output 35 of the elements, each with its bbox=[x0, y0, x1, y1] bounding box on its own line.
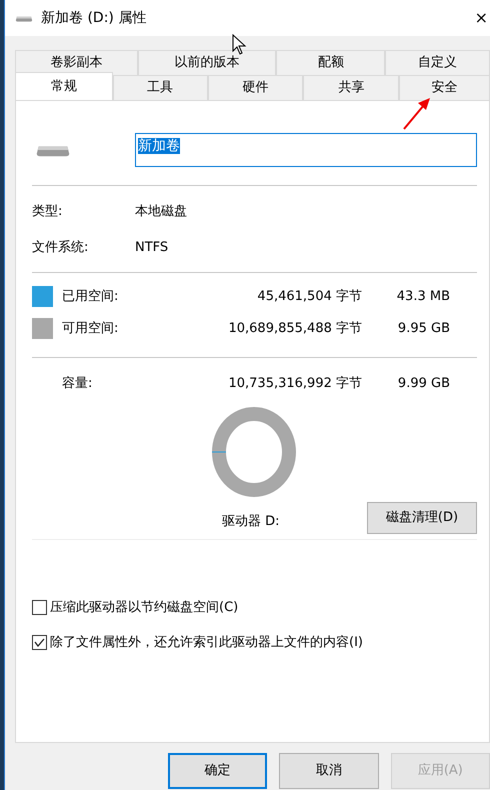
checkbox[interactable] bbox=[32, 635, 47, 650]
size-value: 9.99 GB bbox=[396, 375, 450, 393]
tab[interactable]: 工具 bbox=[112, 75, 208, 100]
capacity-label: 容量: bbox=[62, 375, 94, 393]
byte-count: 10,735,316,992 字节 bbox=[227, 375, 362, 393]
tab[interactable]: 卷影副本 bbox=[15, 50, 138, 75]
byte-count: 45,461,504 字节 bbox=[256, 288, 362, 306]
tab[interactable]: 以前的版本 bbox=[138, 50, 276, 75]
checkbox-label: 压缩此驱动器以节约磁盘空间(C) bbox=[50, 598, 238, 616]
size-value: 43.3 MB bbox=[396, 288, 450, 306]
size-value: 9.95 GB bbox=[396, 320, 450, 338]
drive-icon bbox=[15, 14, 33, 22]
space-label: 可用空间: bbox=[62, 320, 120, 338]
name-field[interactable]: 新加卷 bbox=[135, 133, 477, 167]
checkbox[interactable] bbox=[32, 600, 47, 615]
annotation-arrow bbox=[402, 97, 432, 131]
dialog-button[interactable]: 取消 bbox=[279, 753, 379, 789]
info-value: 本地磁盘 bbox=[135, 203, 187, 221]
info-label: 类型: bbox=[32, 203, 64, 221]
tab[interactable]: 自定义 bbox=[385, 50, 490, 75]
byte-count: 10,689,855,488 字节 bbox=[227, 320, 362, 338]
disk-cleanup-button[interactable]: 磁盘清理(D) bbox=[367, 502, 477, 534]
info-value: NTFS bbox=[135, 238, 168, 256]
checkbox-label: 除了文件属性外，还允许索引此驱动器上文件的内容(I) bbox=[50, 634, 363, 652]
tab[interactable]: 共享 bbox=[303, 75, 400, 100]
close-button[interactable]: × bbox=[474, 10, 488, 26]
tab[interactable]: 安全 bbox=[399, 75, 490, 100]
dialog-button[interactable]: 确定 bbox=[168, 753, 268, 789]
space-label: 已用空间: bbox=[62, 288, 120, 306]
tab[interactable]: 配额 bbox=[276, 50, 386, 75]
window-title: 新加卷 (D:) 属性 bbox=[41, 8, 146, 28]
tab[interactable]: 硬件 bbox=[208, 75, 304, 100]
tab[interactable]: 常规 bbox=[15, 72, 113, 100]
drive-label: 驱动器 D: bbox=[222, 513, 280, 531]
info-label: 文件系统: bbox=[32, 238, 90, 256]
